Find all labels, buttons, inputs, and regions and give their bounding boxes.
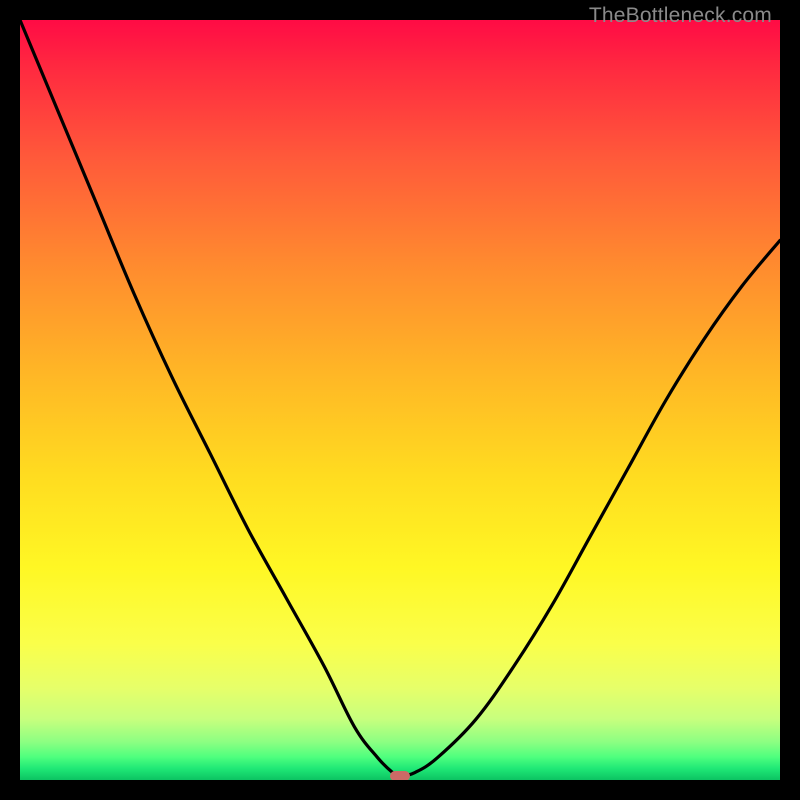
chart-frame: TheBottleneck.com [0, 0, 800, 800]
optimal-point-marker [390, 771, 410, 780]
bottleneck-curve [20, 20, 780, 780]
watermark-text: TheBottleneck.com [589, 4, 772, 28]
plot-area [20, 20, 780, 780]
